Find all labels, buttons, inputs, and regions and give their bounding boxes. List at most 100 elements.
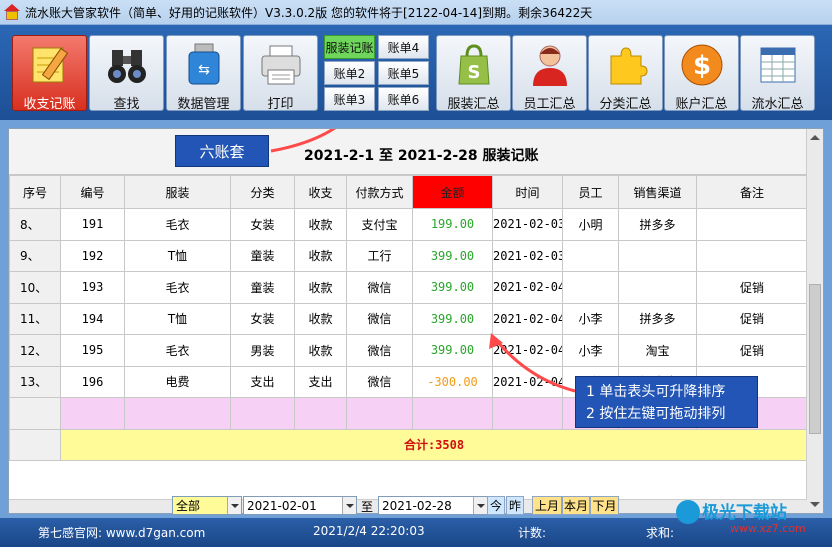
cell-date: 2021-02-04 — [492, 271, 563, 304]
cell-empty[interactable] — [412, 397, 493, 430]
ledger-button-4[interactable]: 账单4 — [378, 35, 429, 59]
cell-date: 2021-02-03 — [492, 208, 563, 241]
cell-payment: 微信 — [346, 302, 413, 335]
cell-item: 毛衣 — [124, 271, 231, 304]
tip-line-1: 1 单击表头可升降排序 — [586, 384, 726, 400]
svg-text:⇆: ⇆ — [198, 62, 210, 78]
date-from-picker[interactable]: 2021-02-01 — [243, 496, 357, 515]
last-month-button[interactable]: 上月 — [532, 496, 562, 515]
chevron-down-icon[interactable] — [227, 497, 241, 514]
column-header-channel[interactable]: 销售渠道 — [618, 175, 697, 209]
cell-index — [9, 428, 61, 461]
cell-type: 支出 — [294, 365, 347, 398]
date-to-picker[interactable]: 2021-02-28 — [378, 496, 488, 515]
column-header-item[interactable]: 服装 — [124, 175, 231, 209]
cell-index: 12、 — [9, 334, 61, 367]
scroll-thumb[interactable] — [809, 284, 821, 434]
column-header-type[interactable]: 收支 — [294, 175, 347, 209]
vertical-scrollbar[interactable] — [806, 129, 823, 513]
cell-note — [696, 239, 808, 272]
report-title: 2021-2-1 至 2021-2-28 服装记账 — [304, 148, 539, 164]
ledger-button-5[interactable]: 账单5 — [378, 61, 429, 85]
chevron-down-icon[interactable] — [473, 497, 487, 514]
shopify-bag-icon: S — [451, 42, 497, 88]
toolbar-button-category-summary[interactable]: 分类汇总 — [588, 35, 663, 112]
table-row[interactable]: 11、 194 T恤 女装 收款 微信 399.00 2021-02-04 小李… — [9, 302, 808, 335]
toolbar-button-print[interactable]: 打印 — [243, 35, 318, 112]
column-header-note[interactable]: 备注 — [696, 175, 808, 209]
ledger-button-6[interactable]: 账单6 — [378, 87, 429, 111]
toolbar-button-bookkeeping[interactable]: 收支记账 — [12, 35, 87, 112]
cell-category: 支出 — [230, 365, 295, 398]
watermark: 极光下载站 www.xz7.com — [672, 498, 832, 547]
watermark-url: www.xz7.com — [730, 522, 806, 535]
total-value: 合计:3508 — [403, 438, 465, 453]
site-link[interactable]: 第七感官网: www.d7gan.com — [38, 524, 205, 541]
app-house-icon — [4, 4, 20, 20]
toolbar-button-label: 收支记账 — [23, 97, 76, 112]
column-header-amount[interactable]: 金额 — [412, 175, 493, 209]
toolbar-button-journal-summary[interactable]: 流水汇总 — [740, 35, 815, 112]
date-from-value: 2021-02-01 — [247, 498, 317, 513]
cell-empty[interactable] — [294, 397, 347, 430]
scroll-up-icon[interactable] — [810, 135, 820, 140]
yesterday-button[interactable]: 昨 — [506, 496, 524, 515]
cell-staff: 小李 — [562, 334, 619, 367]
svg-text:$: $ — [692, 51, 710, 81]
today-button[interactable]: 今 — [487, 496, 505, 515]
table-row[interactable]: 9、 192 T恤 童装 收款 工行 399.00 2021-02-03 — [9, 239, 808, 272]
cell-note: 促销 — [696, 302, 808, 335]
cell-item: 毛衣 — [124, 208, 231, 241]
cell-empty[interactable] — [124, 397, 231, 430]
cell-type: 收款 — [294, 208, 347, 241]
ledger-button-3[interactable]: 账单3 — [324, 87, 375, 111]
column-header-index[interactable]: 序号 — [9, 175, 61, 209]
chevron-down-icon[interactable] — [342, 497, 356, 514]
cell-note — [696, 208, 808, 241]
cell-index: 8、 — [9, 208, 61, 241]
cell-date: 2021-02-03 — [492, 239, 563, 272]
cell-amount: 399.00 — [412, 239, 493, 272]
scope-select[interactable]: 全部 — [172, 496, 242, 515]
cell-id: 194 — [60, 302, 125, 335]
total-cell: 合计:3508 — [60, 428, 808, 461]
next-month-button[interactable]: 下月 — [590, 496, 619, 515]
ledger-button-2[interactable]: 账单2 — [324, 61, 375, 85]
toolbar-button-clothing-summary[interactable]: S 服装汇总 — [436, 35, 511, 112]
toolbar-button-account-summary[interactable]: $ 账户汇总 — [664, 35, 739, 112]
column-header-category[interactable]: 分类 — [230, 175, 295, 209]
table-row[interactable]: 12、 195 毛衣 男装 收款 微信 399.00 2021-02-04 小李… — [9, 334, 808, 367]
cell-empty[interactable] — [492, 397, 563, 430]
column-header-payment[interactable]: 付款方式 — [346, 175, 413, 209]
cell-item: T恤 — [124, 302, 231, 335]
table-row[interactable]: 10、 193 毛衣 童装 收款 微信 399.00 2021-02-04 促销 — [9, 271, 808, 304]
cell-empty[interactable] — [346, 397, 413, 430]
column-header-id[interactable]: 编号 — [60, 175, 125, 209]
cell-id: 191 — [60, 208, 125, 241]
scope-value: 全部 — [176, 499, 201, 513]
column-header-date[interactable]: 时间 — [492, 175, 563, 209]
aurora-logo-icon — [676, 500, 700, 524]
cell-id: 196 — [60, 365, 125, 398]
cell-amount: 399.00 — [412, 271, 493, 304]
this-month-button[interactable]: 本月 — [562, 496, 590, 515]
cell-id: 192 — [60, 239, 125, 272]
cell-payment: 微信 — [346, 334, 413, 367]
cell-type: 收款 — [294, 302, 347, 335]
toolbar-button-label: 打印 — [267, 97, 294, 112]
toolbar-button-employee-summary[interactable]: 员工汇总 — [512, 35, 587, 112]
svg-text:S: S — [467, 62, 480, 83]
ledger-switcher: 服装记账 账单2 账单3 账单4 账单5 账单6 — [324, 35, 430, 113]
cell-empty[interactable] — [230, 397, 295, 430]
sorting-tip-callout: 1 单击表头可升降排序 2 按住左键可拖动排列 — [575, 376, 758, 428]
cell-index: 9、 — [9, 239, 61, 272]
cell-staff: 小李 — [562, 302, 619, 335]
cell-amount: -300.00 — [412, 365, 493, 398]
cell-empty[interactable] — [60, 397, 125, 430]
table-row[interactable]: 8、 191 毛衣 女装 收款 支付宝 199.00 2021-02-03 小明… — [9, 208, 808, 241]
toolbar-button-data-management[interactable]: ⇆ 数据管理 — [166, 35, 241, 112]
toolbar-button-search[interactable]: 查找 — [89, 35, 164, 112]
column-header-staff[interactable]: 员工 — [562, 175, 619, 209]
cell-date: 2021-02-04 — [492, 302, 563, 335]
ledger-button-clothing[interactable]: 服装记账 — [324, 35, 375, 59]
